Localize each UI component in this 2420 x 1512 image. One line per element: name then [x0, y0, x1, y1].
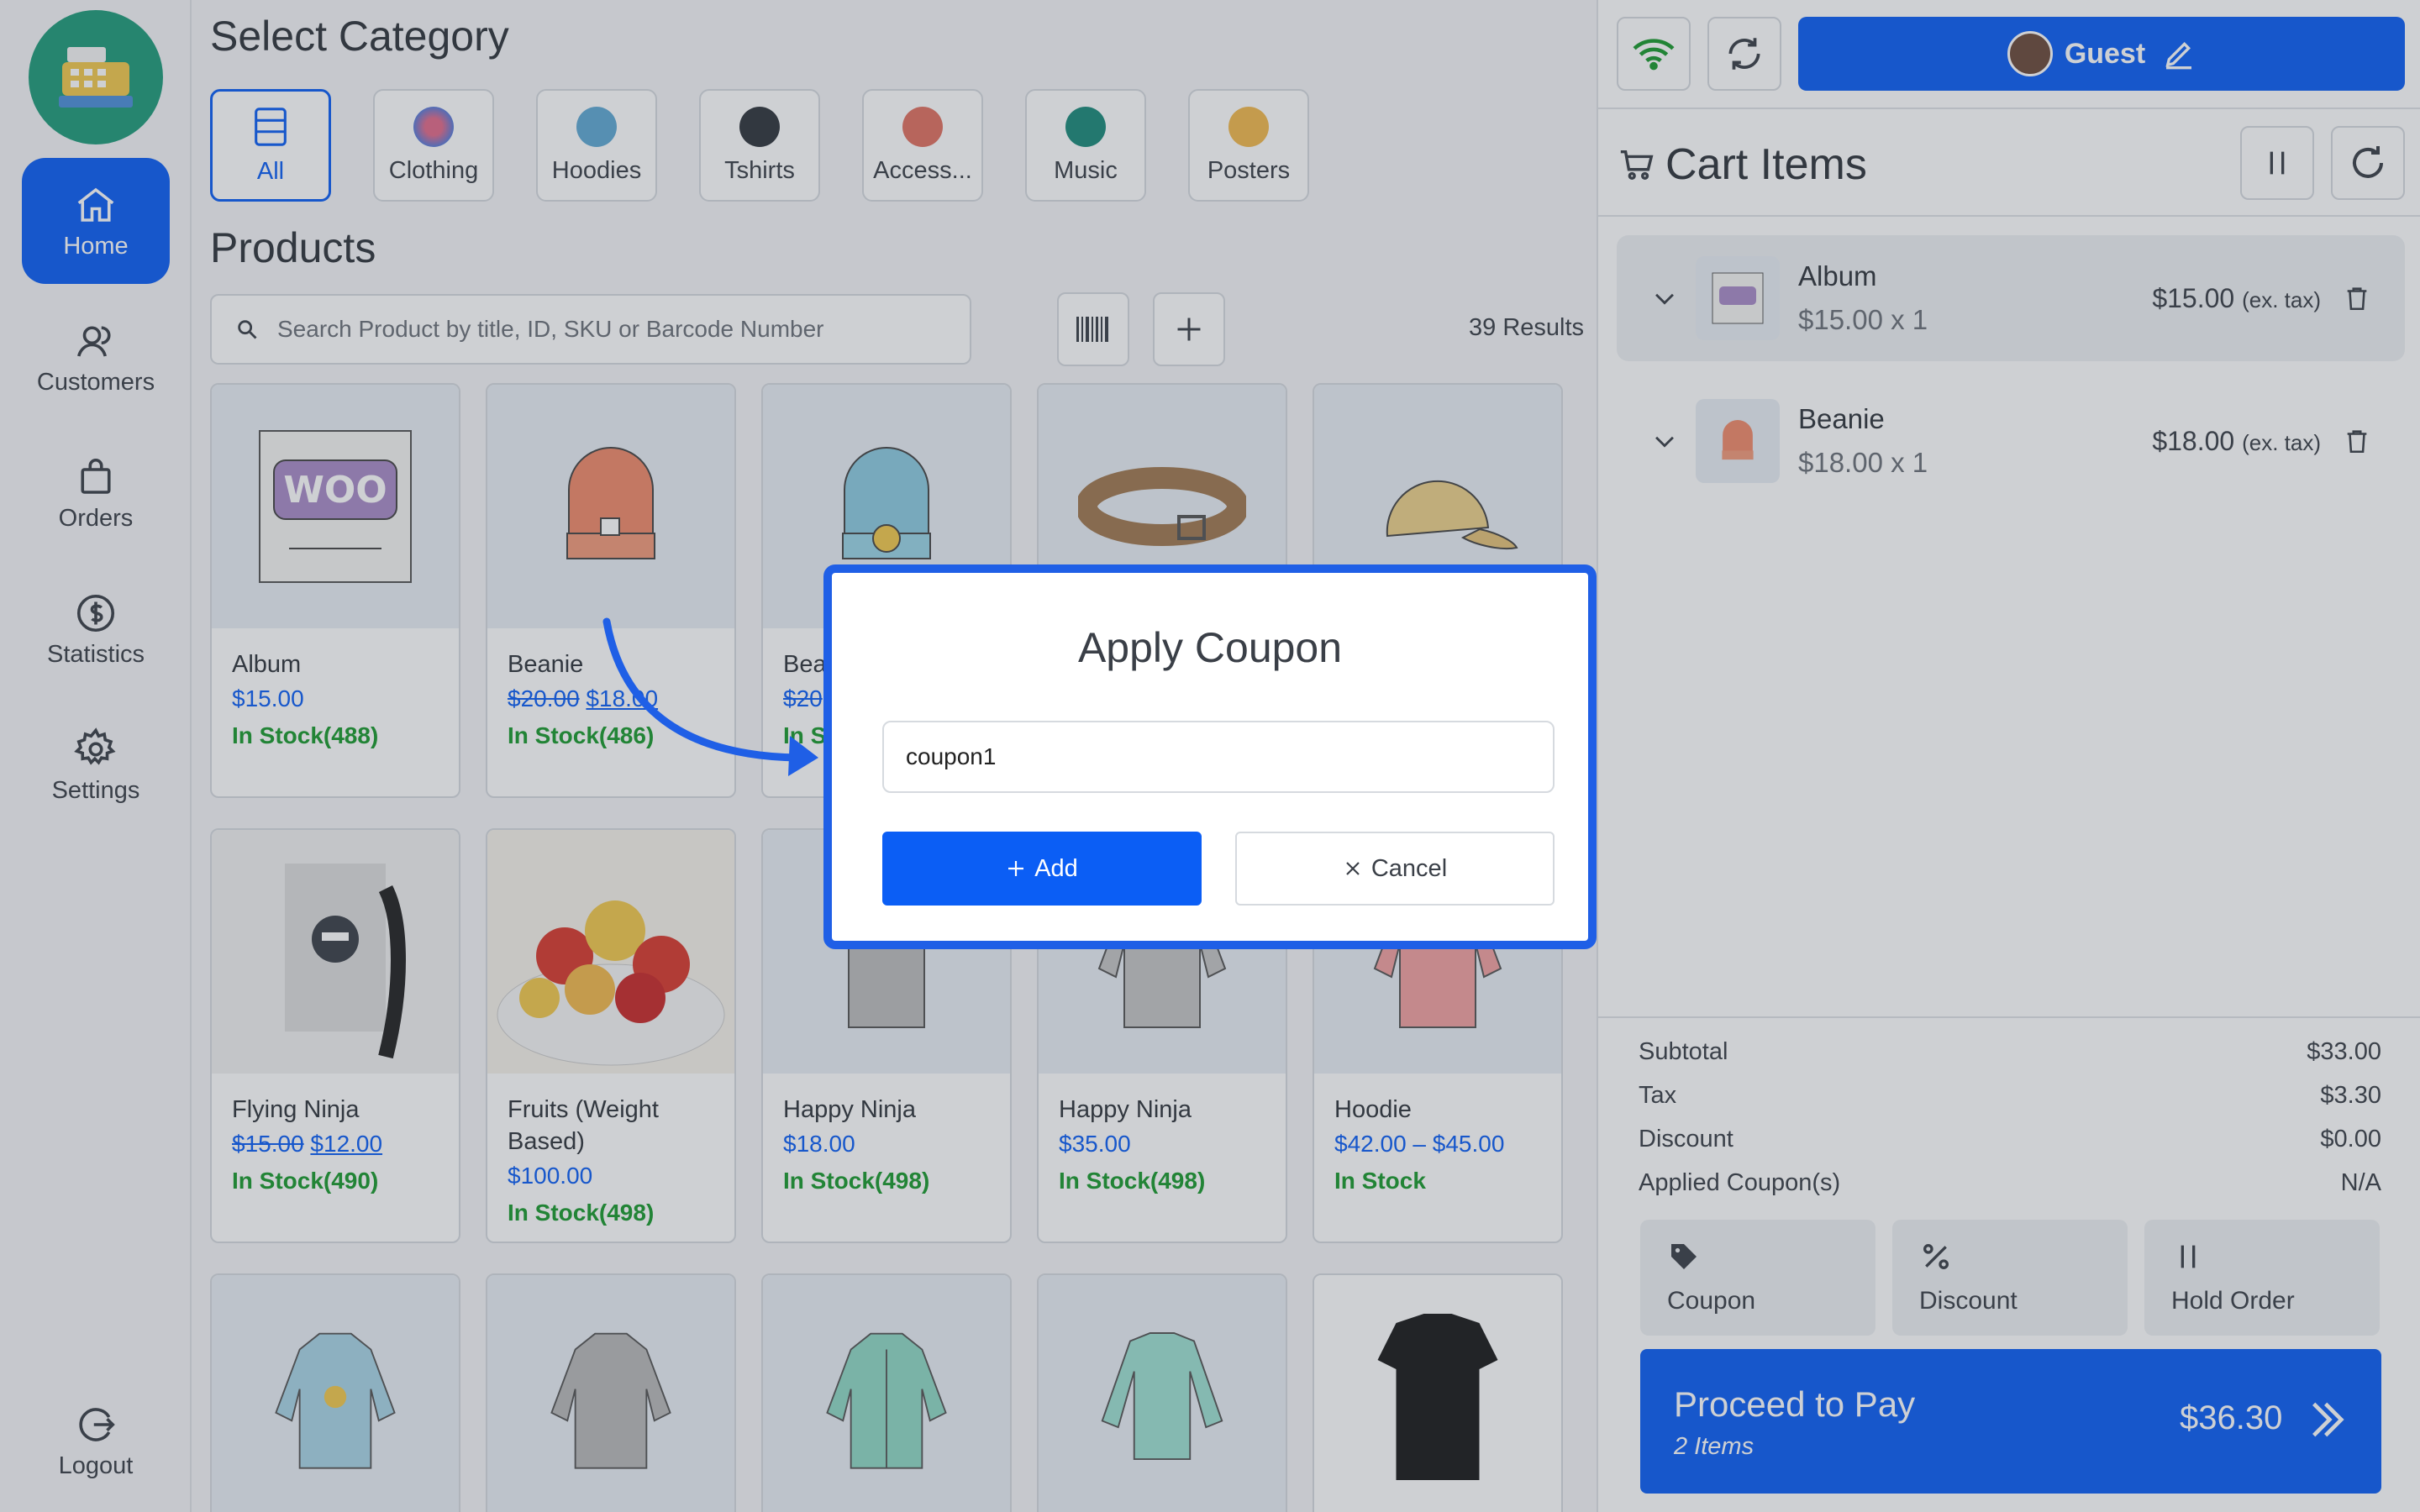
- cancel-button[interactable]: Cancel: [1235, 832, 1555, 906]
- close-icon: [1346, 862, 1360, 875]
- apply-coupon-modal: Apply Coupon Add Cancel: [823, 564, 1597, 949]
- plus-icon: [1008, 861, 1024, 876]
- cancel-label: Cancel: [1370, 854, 1448, 882]
- pointer-arrow-annotation: [602, 617, 818, 776]
- modal-title: Apply Coupon: [1077, 624, 1343, 671]
- add-coupon-button[interactable]: Add: [882, 832, 1202, 906]
- add-label: Add: [1034, 854, 1078, 882]
- coupon-code-input[interactable]: [882, 721, 1555, 793]
